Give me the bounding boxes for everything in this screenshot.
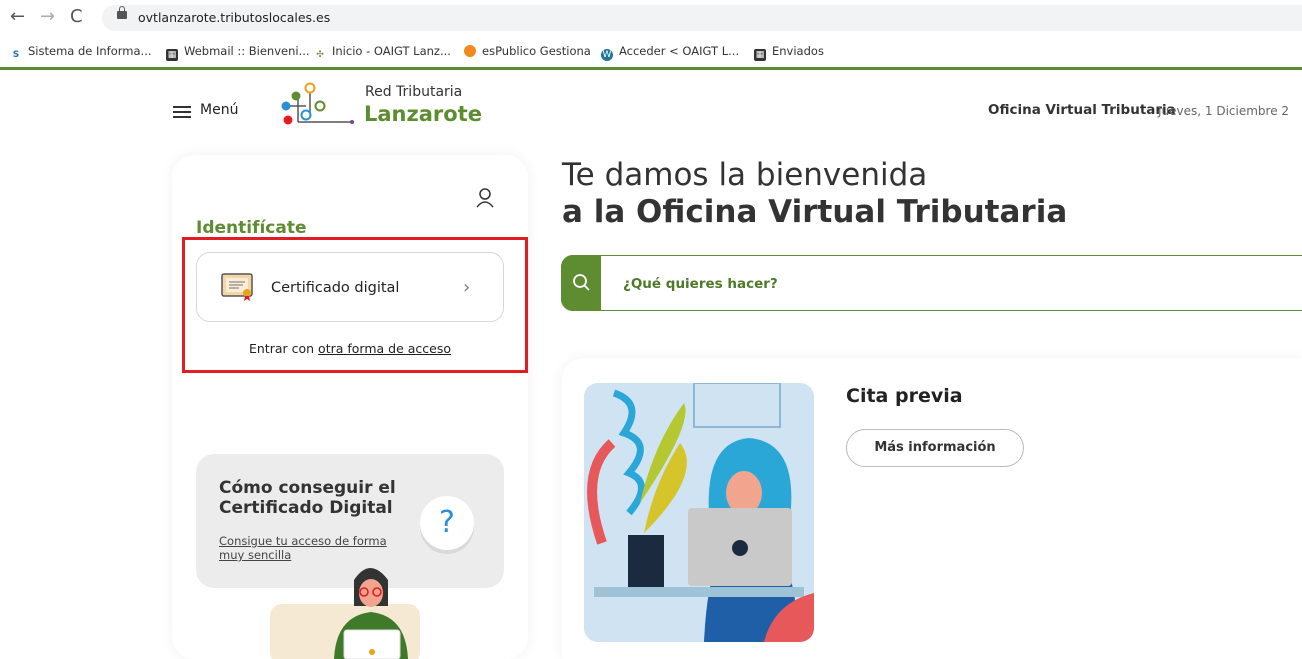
certificate-icon <box>221 273 253 301</box>
search-button[interactable] <box>561 255 601 311</box>
bookmark-item[interactable]: esPublico Gestiona <box>464 44 591 58</box>
chevron-right-icon: › <box>463 277 471 298</box>
sit-icon: S <box>12 50 20 60</box>
other-access-link[interactable]: otra forma de acceso <box>318 341 451 356</box>
webmail-icon: ▦ <box>166 49 178 61</box>
hamburger-menu-icon[interactable] <box>173 106 191 118</box>
user-icon[interactable] <box>475 187 495 209</box>
bookmark-item[interactable]: ▦ Enviados <box>754 44 824 61</box>
reload-icon[interactable]: C <box>70 7 83 27</box>
identify-heading: Identifícate <box>196 218 307 238</box>
person-laptop-illustration <box>270 568 420 659</box>
browser-address-bar: ← → C ovtlanzarote.tributoslocales.es <box>0 0 1302 36</box>
office-title: Oficina Virtual Tributaria <box>988 102 1176 118</box>
forward-arrow-icon[interactable]: → <box>40 7 55 27</box>
brand-subtitle: Red Tributaria <box>365 84 463 100</box>
bookmark-item[interactable]: ✣ Inicio - OAIGT Lanz... <box>314 44 451 61</box>
howto-title: Cómo conseguir el Certificado Digital <box>219 478 396 518</box>
header-divider <box>0 67 1302 70</box>
welcome-title-line2: a la Oficina Virtual Tributaria <box>562 194 1068 230</box>
wordpress-icon: W <box>601 49 613 61</box>
lock-icon <box>117 6 127 19</box>
help-question-icon[interactable]: ? <box>420 496 474 550</box>
certificate-label: Certificado digital <box>271 280 400 296</box>
woman-laptop-illustration <box>584 383 814 642</box>
red-tributaria-logo <box>281 82 354 125</box>
search-icon <box>573 274 590 291</box>
oaigt-icon: ✣ <box>316 50 324 60</box>
bookmark-item[interactable]: W Acceder < OAIGT L... <box>601 44 739 61</box>
other-access-text: Entrar con otra forma de acceso <box>248 341 451 356</box>
bookmark-item[interactable]: ▦ Webmail :: Bienveni... <box>166 44 310 61</box>
bookmark-item[interactable]: S Sistema de Informa... <box>10 44 152 61</box>
back-arrow-icon[interactable]: ← <box>10 7 25 27</box>
search-input[interactable]: ¿Qué quieres hacer? <box>623 276 778 292</box>
brand-title[interactable]: Lanzarote <box>364 102 482 126</box>
howto-link[interactable]: Consigue tu acceso de forma muy sencilla <box>219 534 399 562</box>
digital-certificate-button[interactable]: Certificado digital › <box>196 252 504 322</box>
appointment-illustration <box>584 383 814 642</box>
url-text: ovtlanzarote.tributoslocales.es <box>138 10 331 25</box>
espublico-icon <box>464 45 476 57</box>
bookmarks-bar: S Sistema de Informa... ▦ Webmail :: Bienv… <box>0 36 1302 66</box>
url-field[interactable]: ovtlanzarote.tributoslocales.es <box>102 5 1302 31</box>
welcome-title-line1: Te damos la bienvenida <box>562 157 928 193</box>
current-date: Jueves, 1 Diciembre 2 <box>1158 104 1290 118</box>
more-info-button[interactable]: Más información <box>846 429 1024 467</box>
appointment-title: Cita previa <box>846 385 963 407</box>
menu-label[interactable]: Menú <box>200 102 238 118</box>
mail-icon: ▦ <box>754 49 766 61</box>
